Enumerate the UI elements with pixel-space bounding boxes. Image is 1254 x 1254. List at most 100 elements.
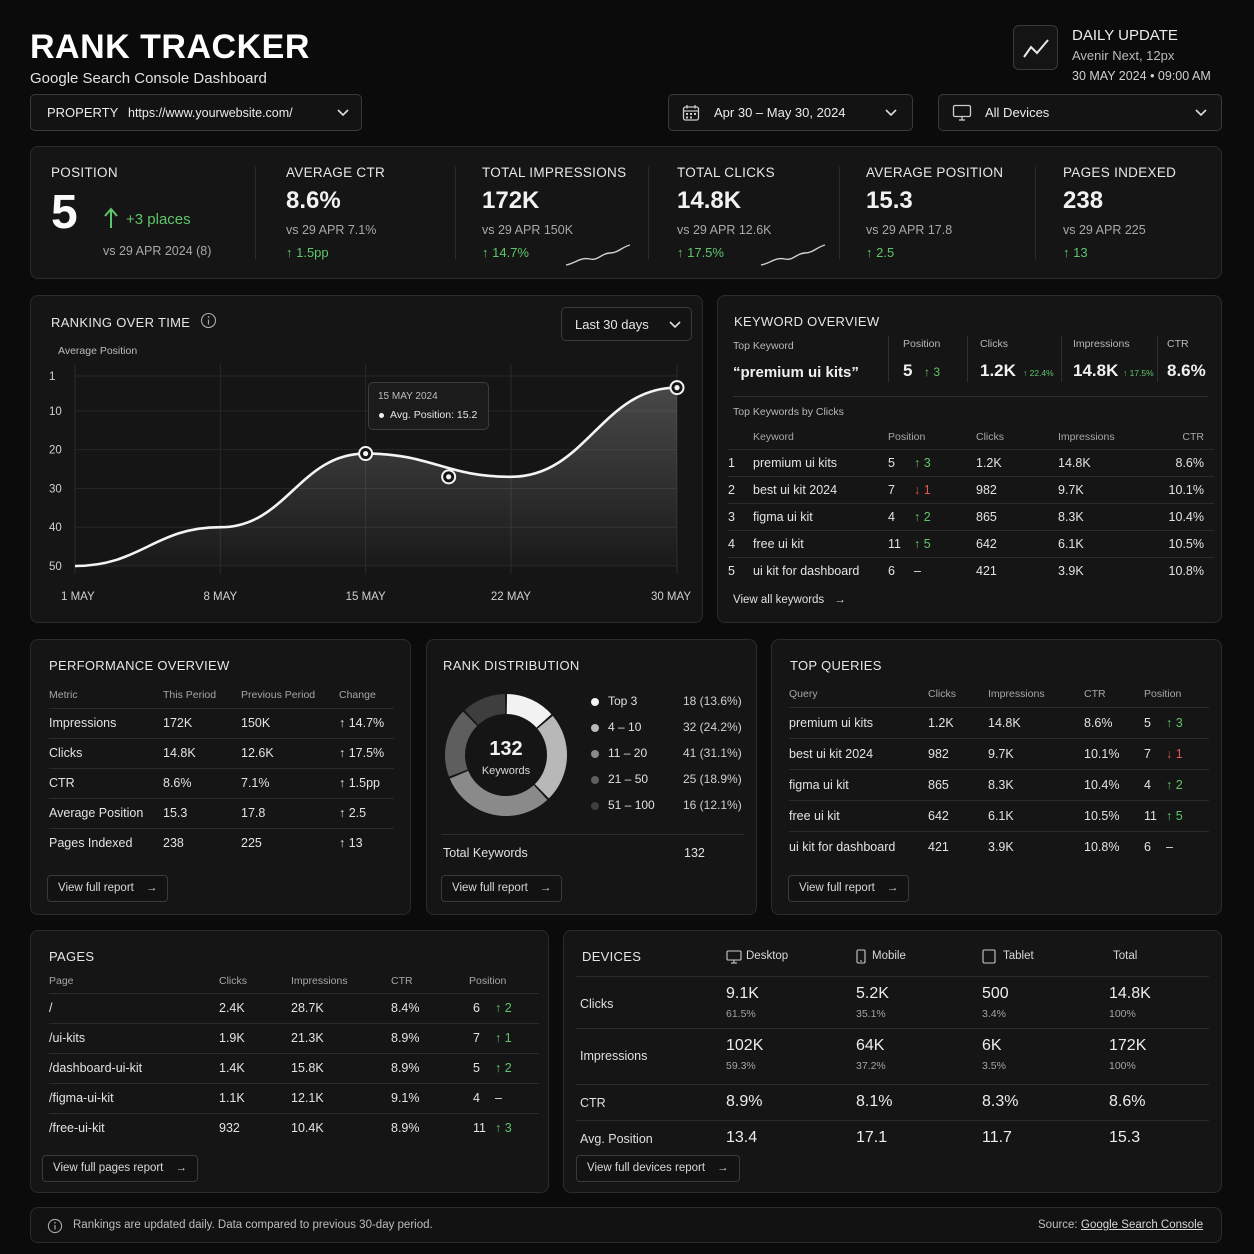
keyword-row[interactable]: 4 free ui kit 11 ↑ 5 642 6.1K 10.5% [728, 529, 1214, 557]
clicks-cell: 1.2K [928, 706, 988, 738]
pages-card: PAGES Page Clicks Impressions CTR Positi… [30, 930, 549, 1193]
kpi-label: POSITION [51, 165, 118, 180]
page-row[interactable]: /2.4K 28.7K 8.4% 6 ↑ 2 [49, 992, 539, 1023]
ctr-cell: 10.8% [1084, 830, 1144, 862]
devices-card: DEVICES Desktop Mobile Tablet Total Clic… [563, 930, 1222, 1193]
view-full-report-button[interactable]: View full report → [788, 875, 910, 902]
col-this-period: This Period [163, 688, 217, 701]
view-full-devices-report-button[interactable]: View full devices report → [576, 1155, 740, 1182]
kpi-change: ↑ 1.5pp [286, 245, 329, 260]
device-row: Avg. Position 13.4 17.1 11.7 15.3 [576, 1120, 1209, 1156]
kpi-value: 15.3 [866, 187, 913, 214]
mobile-icon [856, 949, 866, 964]
col-position: Position [1144, 688, 1182, 701]
divider [888, 336, 889, 382]
impressions-cell: 3.9K [988, 830, 1084, 862]
divider [648, 167, 649, 259]
chart-tooltip: 15 MAY 2024 Avg. Position: 15.2 [368, 382, 489, 430]
device-value: 6K [982, 1037, 1002, 1054]
keyword-row[interactable]: 3 figma ui kit 4 ↑ 2 865 8.3K 10.4% [728, 502, 1214, 530]
keyword-row[interactable]: 5 ui kit for dashboard 6–421 3.9K 10.8% [728, 556, 1214, 584]
clicks-cell: 1.1K [219, 1082, 291, 1113]
position-change: – [495, 1091, 502, 1105]
kpi-delta: +3 places [126, 211, 191, 228]
arrow-right-icon: → [175, 1162, 187, 1174]
page-row[interactable]: /ui-kits 1.9K 21.3K 8.9% 7 ↑ 1 [49, 1022, 539, 1053]
col-total: Total [1113, 950, 1138, 962]
position-cell: 4– [469, 1082, 539, 1113]
query-row[interactable]: free ui kit 642 6.1K 10.5% 11 ↑ 5 [789, 799, 1209, 831]
device-value: 14.8K [1109, 985, 1151, 1002]
legend-dot [591, 776, 599, 784]
clicks-cell: 982 [928, 737, 988, 769]
view-all-keywords-link[interactable]: View all keywords → [733, 594, 846, 606]
impressions-cell: 9.7K [988, 737, 1084, 769]
button-label: View full report [452, 882, 528, 894]
device-value: 500 [982, 985, 1009, 1002]
y-tick-label: 20 [49, 445, 62, 457]
pages-table: Page Clicks Impressions CTR Position /2.… [49, 969, 539, 1143]
total-keywords-value: 132 [684, 846, 705, 860]
kpi-strip: POSITION 5 +3 places vs 29 APR 2024 (8) … [30, 146, 1222, 279]
top-queries-table: Query Clicks Impressions CTR Position pr… [789, 682, 1209, 862]
page-row[interactable]: /figma-ui-kit 1.1K 12.1K 9.1% 4– [49, 1082, 539, 1113]
device-select[interactable]: All Devices [938, 94, 1222, 131]
page-cell: /dashboard-ui-kit [49, 1052, 219, 1083]
change-cell: ↑ 1.5pp [339, 767, 394, 798]
keyword-row[interactable]: 1 premium ui kits 5 ↑ 3 1.2K 14.8K 8.6% [728, 448, 1214, 476]
device-value: 11.7 [982, 1129, 1012, 1146]
col-position: Position [469, 974, 507, 987]
previous-period-cell: 150K [241, 707, 339, 738]
query-row[interactable]: best ui kit 2024 982 9.7K 10.1% 7 ↓ 1 [789, 737, 1209, 769]
view-full-report-button[interactable]: View full report → [441, 875, 563, 902]
tooltip-dot [379, 413, 384, 418]
position-value: 11 [473, 1121, 486, 1136]
device-value: 8.3% [982, 1093, 1019, 1110]
keywords-list-label: Top Keywords by Clicks [733, 406, 844, 418]
kpi-avg-position: AVERAGE POSITION 15.3 vs 29 APR 17.8 ↑ 2… [866, 147, 1046, 278]
legend-value: 41 (31.1%) [683, 746, 742, 760]
data-point-center [363, 450, 369, 457]
arrow-right-icon: → [886, 882, 899, 894]
view-full-pages-report-button[interactable]: View full pages report → [42, 1155, 198, 1182]
legend-value: 32 (24.2%) [683, 720, 742, 734]
previous-period-cell: 7.1% [241, 767, 339, 798]
date-range-value: Apr 30 – May 30, 2024 [714, 105, 846, 120]
ctr-cell: 10.8% [1166, 556, 1214, 584]
page-row[interactable]: /free-ui-kit 932 10.4K 8.9% 11 ↑ 3 [49, 1112, 539, 1143]
divider [455, 167, 456, 259]
legend-value: 18 (13.6%) [683, 694, 742, 708]
source-label: Source: [1038, 1219, 1078, 1231]
clicks-cell: 421 [928, 830, 988, 862]
position-value: 4 [888, 509, 895, 524]
query-row[interactable]: figma ui kit 865 8.3K 10.4% 4 ↑ 2 [789, 768, 1209, 800]
desktop-icon [726, 950, 742, 964]
data-point-center [446, 474, 452, 480]
position-change: ↓ 1 [914, 482, 931, 497]
source-link[interactable]: Google Search Console [1081, 1219, 1203, 1231]
chevron-down-icon [337, 109, 349, 117]
device-row: Impressions 102K 59.3% 64K 37.2% 6K 3.5% 172K 10… [576, 1028, 1209, 1084]
device-value: 172K [1109, 1037, 1147, 1054]
arrow-right-icon: → [539, 882, 552, 894]
donut-total: 132 [489, 738, 523, 760]
col-clicks: Clicks [219, 974, 247, 987]
col-keyword: Keyword [753, 431, 794, 444]
date-range-select[interactable]: Apr 30 – May 30, 2024 [668, 94, 913, 131]
query-row[interactable]: premium ui kits 1.2K 14.8K 8.6% 5 ↑ 3 [789, 706, 1209, 738]
page-cell: /figma-ui-kit [49, 1082, 219, 1113]
property-select[interactable]: PROPERTY https://www.yourwebsite.com/ [30, 94, 362, 131]
view-full-report-button[interactable]: View full report → [47, 875, 169, 902]
legend-item: Top 3 18 (13.6%) [591, 693, 751, 713]
kpi-change: ↑ 13 [1063, 245, 1088, 260]
keyword-row[interactable]: 2 best ui kit 2024 7 ↓ 1 982 9.7K 10.1% [728, 475, 1214, 503]
query-row[interactable]: ui kit for dashboard 421 3.9K 10.8% 6– [789, 830, 1209, 862]
device-value: 8.9% [726, 1093, 763, 1110]
position-cell: 11 ↑ 5 [888, 529, 976, 557]
page-row[interactable]: /dashboard-ui-kit 1.4K 15.8K 8.9% 5 ↑ 2 [49, 1052, 539, 1083]
y-tick-label: 1 [49, 371, 55, 383]
donut-slice [449, 770, 548, 816]
position-cell: 6– [888, 556, 976, 584]
row-num: 5 [728, 556, 753, 584]
device-value: 102K [726, 1037, 764, 1054]
